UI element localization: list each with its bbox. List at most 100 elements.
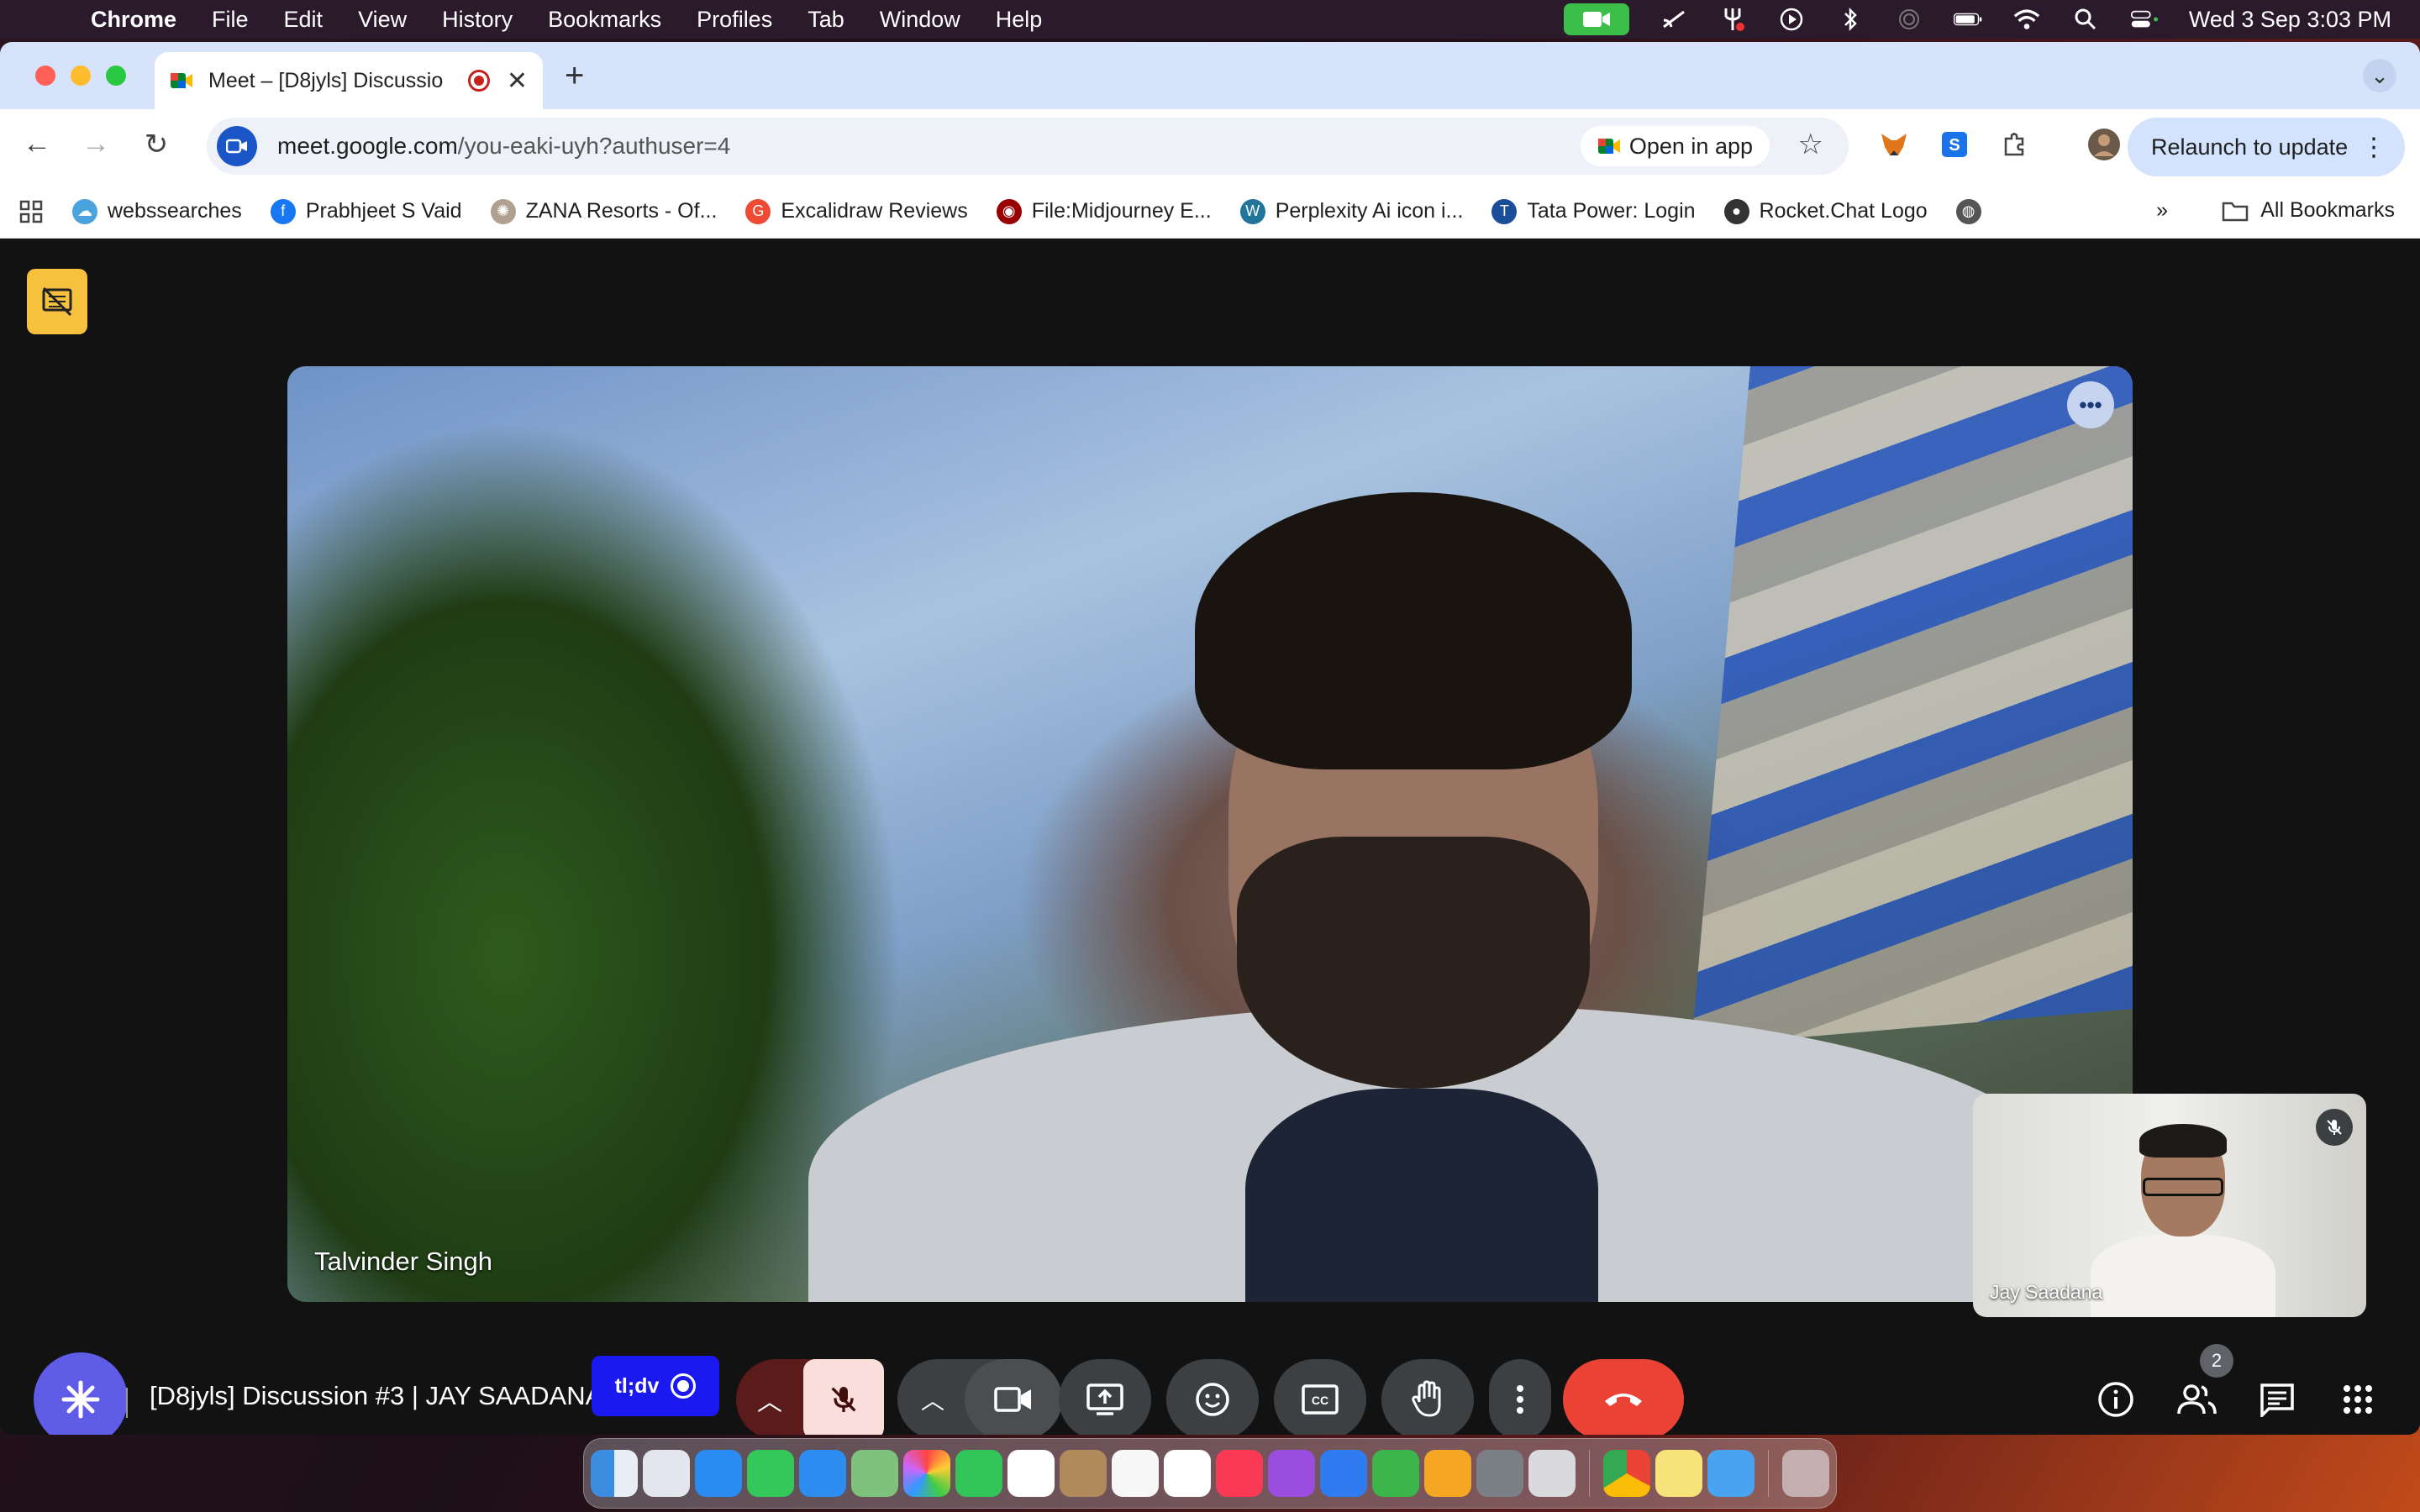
photos-icon[interactable] [903,1450,950,1497]
extension-s-icon[interactable]: S [1938,128,1971,161]
url-text[interactable]: meet.google.com/you-eaki-uyh?authuser=4 [277,133,730,160]
keynote-icon[interactable] [1320,1450,1367,1497]
mic-options-chevron-icon[interactable]: ︿ [736,1381,803,1418]
zoom-window-button[interactable] [106,66,126,86]
launchpad-icon[interactable] [643,1450,690,1497]
chrome-menu-icon[interactable]: ⋮ [2361,133,2386,162]
reminders-icon[interactable] [1112,1450,1159,1497]
bookmark-item[interactable]: ✺ ZANA Resorts - Of... [490,198,717,224]
all-bookmarks-button[interactable]: All Bookmarks [2222,198,2395,223]
airdrop-icon[interactable] [1895,8,1923,30]
people-button[interactable] [2171,1374,2222,1425]
control-center-icon[interactable] [2130,8,2159,30]
present-screen-button[interactable] [1059,1359,1151,1435]
leave-call-button[interactable] [1563,1359,1684,1435]
bluetooth-icon[interactable] [1836,7,1865,32]
cast-icon[interactable] [1660,8,1688,30]
safari-icon[interactable] [695,1450,742,1497]
spotlight-search-icon[interactable] [2071,8,2100,30]
address-bar[interactable]: meet.google.com/you-eaki-uyh?authuser=4 … [207,118,1849,175]
chrome-icon[interactable] [1603,1450,1650,1497]
bookmark-item[interactable]: ☁ webssearches [72,198,242,224]
menu-profiles[interactable]: Profiles [697,7,772,33]
raise-hand-button[interactable] [1381,1359,1474,1435]
menu-window[interactable]: Window [880,7,960,33]
contacts-icon[interactable] [1060,1450,1107,1497]
globe-bookmark[interactable]: ◍ [1955,198,1981,224]
menu-app-name[interactable]: Chrome [91,7,176,33]
play-circle-icon[interactable] [1777,8,1806,31]
close-tab-icon[interactable]: ✕ [507,66,528,96]
messages-icon[interactable] [747,1450,794,1497]
menu-file[interactable]: File [212,7,249,33]
wifi-icon[interactable] [2012,8,2041,30]
iphone-mirroring-icon[interactable] [1528,1450,1576,1497]
apps-grid-icon [2344,1385,2372,1414]
extensions-puzzle-icon[interactable] [1998,128,2032,161]
reactions-button[interactable] [1166,1359,1259,1435]
calendar-icon[interactable] [1007,1450,1055,1497]
bookmark-item[interactable]: f Prabhjeet S Vaid [270,198,462,224]
mic-toggle-button[interactable] [803,1359,884,1435]
battery-icon[interactable] [1953,8,1982,30]
bookmark-item[interactable]: W Perplexity Ai icon i... [1239,198,1463,224]
participant-options-icon[interactable]: ••• [2067,381,2114,428]
reload-icon[interactable]: ↻ [139,128,173,161]
menu-tab[interactable]: Tab [808,7,844,33]
site-info-icon[interactable] [217,126,257,166]
camera-in-use-icon[interactable] [1563,3,1629,35]
relaunch-to-update-button[interactable]: Relaunch to update ⋮ [2128,118,2405,176]
fork-status-icon[interactable] [1718,8,1747,31]
mail-icon[interactable] [799,1450,846,1497]
main-participant-video[interactable]: Talvinder Singh ••• [287,366,2133,1302]
bookmark-star-icon[interactable]: ☆ [1798,128,1823,161]
podcasts-icon[interactable] [1268,1450,1315,1497]
camera-options-chevron-icon[interactable]: ︿ [897,1383,968,1416]
menu-help[interactable]: Help [996,7,1043,33]
numbers-icon[interactable] [1372,1450,1419,1497]
bookmark-item[interactable]: ◉ File:Midjourney E... [996,198,1212,224]
metamask-extension-icon[interactable] [1877,128,1911,161]
tab-meet[interactable]: Meet – [D8jyls] Discussio ✕ [155,52,543,109]
apps-grid-icon[interactable] [18,199,44,224]
camera-toggle-button[interactable] [965,1359,1062,1435]
no-presentation-icon[interactable] [27,269,87,334]
cloud-icon: ☁ [72,198,97,224]
minimize-window-button[interactable] [71,66,91,86]
trash-icon[interactable] [1782,1450,1829,1497]
zana-icon: ✺ [490,198,516,224]
more-options-button[interactable] [1489,1359,1551,1435]
facetime-icon[interactable] [955,1450,1002,1497]
close-window-button[interactable] [35,66,55,86]
menu-history[interactable]: History [442,7,513,33]
maps-icon[interactable] [851,1450,898,1497]
menubar-clock[interactable]: Wed 3 Sep 3:03 PM [2189,7,2391,33]
bookmark-item[interactable]: ● Rocket.Chat Logo [1723,198,1928,224]
finder-icon[interactable] [591,1450,638,1497]
pages-icon[interactable] [1424,1450,1471,1497]
activities-button[interactable] [2333,1374,2383,1425]
menu-bookmarks[interactable]: Bookmarks [548,7,661,33]
tab-search-chevron-icon[interactable]: ⌄ [2363,59,2396,92]
bookmark-item[interactable]: G Excalidraw Reviews [745,198,968,224]
notes-icon[interactable] [1655,1450,1702,1497]
self-view-tile[interactable]: Jay Saadana [1973,1094,2366,1317]
music-icon[interactable] [1216,1450,1263,1497]
forward-arrow-icon[interactable]: → [79,128,113,160]
menu-edit[interactable]: Edit [284,7,324,33]
assistant-sparkle-button[interactable] [34,1352,128,1435]
menu-view[interactable]: View [358,7,407,33]
new-tab-button[interactable]: + [565,57,584,95]
captions-button[interactable]: CC [1274,1359,1366,1435]
back-arrow-icon[interactable]: ← [20,128,54,160]
profile-avatar[interactable] [2087,128,2121,161]
chat-button[interactable] [2252,1374,2302,1425]
freeform-icon[interactable] [1164,1450,1211,1497]
meeting-details-button[interactable] [2091,1374,2141,1425]
system-settings-icon[interactable] [1476,1450,1523,1497]
bookmark-item[interactable]: T Tata Power: Login [1491,198,1696,224]
tldv-record-button[interactable]: tl;dv [592,1356,719,1416]
bookmarks-overflow-button[interactable]: » [2156,198,2168,223]
screen-sharing-icon[interactable] [1707,1450,1754,1497]
open-in-app-button[interactable]: Open in app [1580,126,1770,166]
